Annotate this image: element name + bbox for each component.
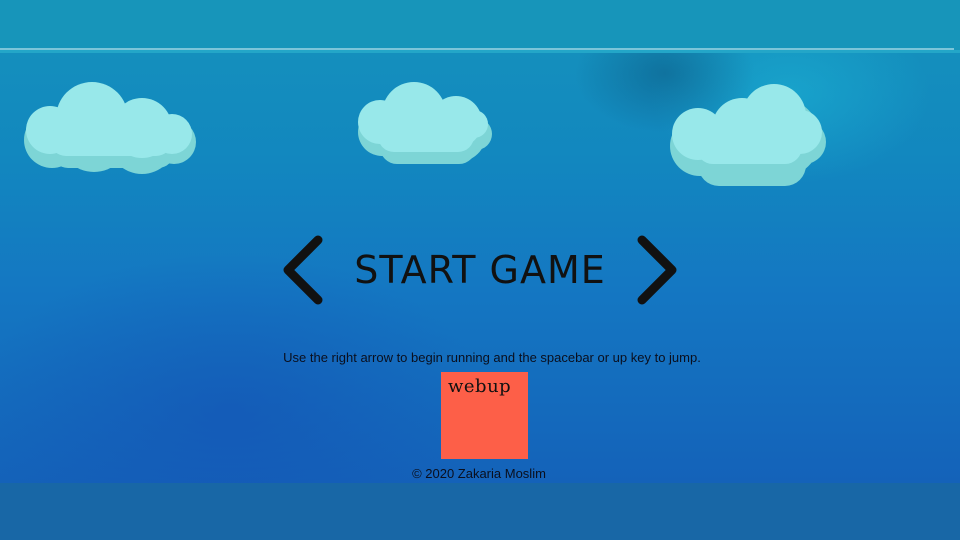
top-bar bbox=[0, 0, 960, 52]
game-screen: START GAME Use the right arrow to begin … bbox=[0, 0, 960, 540]
instructions-text: Use the right arrow to begin running and… bbox=[283, 350, 701, 365]
start-game-control: START GAME bbox=[280, 234, 680, 306]
chevron-right-icon[interactable] bbox=[632, 234, 680, 306]
cloud-icon bbox=[24, 82, 196, 174]
bottom-strip bbox=[0, 483, 960, 540]
chevron-left-icon[interactable] bbox=[280, 234, 328, 306]
cloud-icon bbox=[358, 82, 492, 164]
webup-logo[interactable]: webup bbox=[441, 372, 528, 459]
cloud-icon bbox=[670, 84, 826, 186]
copyright-text: © 2020 Zakaria Moslim bbox=[412, 466, 546, 481]
logo-text: webup bbox=[448, 376, 512, 397]
start-game-button[interactable]: START GAME bbox=[342, 242, 618, 298]
